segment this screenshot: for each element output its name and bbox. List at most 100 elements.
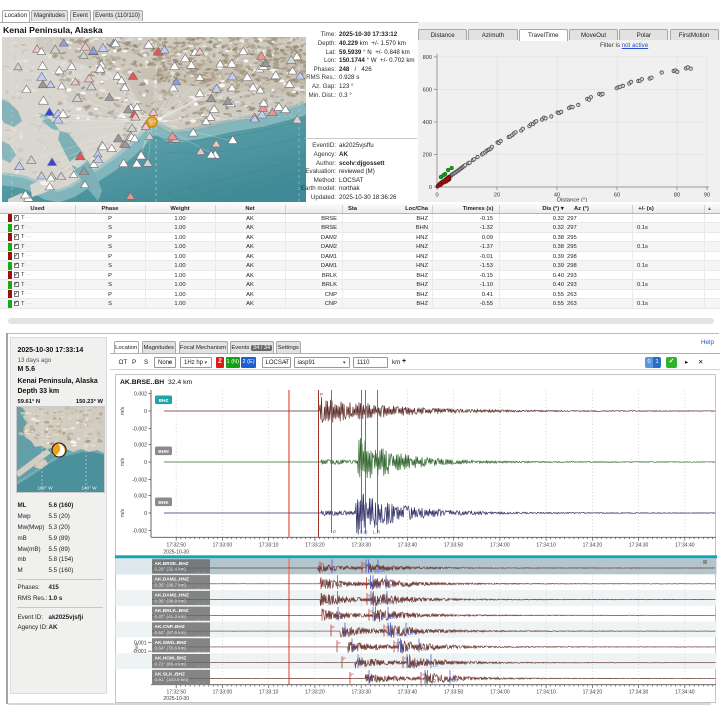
svg-text:17:32:50: 17:32:50	[166, 542, 186, 548]
svg-text:S: S	[404, 656, 407, 661]
svg-text:17:33:20: 17:33:20	[305, 689, 325, 695]
svg-text:P: P	[338, 640, 341, 645]
svg-text:P: P	[354, 647, 357, 652]
svg-text:LR: LR	[452, 678, 458, 683]
svg-text:P: P	[332, 625, 335, 630]
svg-text:0.29° (32.4 km): 0.29° (32.4 km)	[155, 567, 187, 572]
svg-text:17:32:50: 17:32:50	[166, 689, 186, 695]
svg-text:P: P	[343, 656, 346, 661]
svg-text:60: 60	[614, 193, 620, 199]
svg-text:LR: LR	[390, 615, 396, 620]
svg-text:m/s: m/s	[134, 643, 139, 651]
svg-text:··· ··: ··· ··	[196, 617, 205, 622]
svg-text:17:34:00: 17:34:00	[490, 542, 510, 548]
svg-text:LR: LR	[421, 647, 427, 652]
svg-text:LR: LR	[389, 599, 395, 604]
svg-text:17:33:00: 17:33:00	[213, 542, 233, 548]
svg-text:17:33:30: 17:33:30	[351, 542, 371, 548]
svg-text:BHE: BHE	[158, 500, 169, 506]
svg-text:S.Q: S.Q	[375, 599, 383, 604]
svg-text:S.Q: S.Q	[429, 678, 437, 683]
svg-text:140° W: 140° W	[81, 486, 97, 491]
svg-text:LR: LR	[408, 631, 414, 636]
svg-text:S: S	[368, 593, 371, 598]
svg-text:0.64° (70.6 km): 0.64° (70.6 km)	[155, 646, 187, 651]
svg-text:-0.002: -0.002	[132, 478, 147, 484]
svg-text:P: P	[322, 577, 325, 582]
svg-text:-0.002: -0.002	[132, 427, 147, 433]
svg-text:P: P	[360, 663, 363, 668]
svg-text:P: P	[323, 609, 326, 614]
svg-text:60° N: 60° N	[83, 443, 95, 448]
svg-text:17:34:20: 17:34:20	[583, 689, 603, 695]
svg-text:L.R: L.R	[373, 530, 381, 535]
svg-text:800: 800	[423, 55, 432, 61]
svg-text:600: 600	[423, 87, 432, 93]
svg-text:0.002: 0.002	[134, 442, 147, 448]
svg-text:0.91° (103.9 km): 0.91° (103.9 km)	[155, 677, 189, 682]
svg-text:17:33:00: 17:33:00	[213, 689, 233, 695]
svg-text:200: 200	[423, 153, 432, 159]
svg-text:P: P	[321, 562, 324, 567]
svg-text:0: 0	[144, 409, 147, 415]
svg-text:BHN: BHN	[158, 449, 169, 455]
svg-text:P: P	[371, 678, 374, 683]
svg-text:LR: LR	[388, 584, 394, 589]
svg-text:··· ··: ··· ··	[196, 664, 205, 669]
svg-text:S: S	[368, 577, 371, 582]
svg-text:S: S	[385, 625, 388, 630]
svg-text:0.37° (41.3 km): 0.37° (41.3 km)	[155, 614, 187, 619]
svg-text:Distance (°): Distance (°)	[557, 198, 587, 203]
svg-text:17:33:50: 17:33:50	[444, 542, 464, 548]
svg-text:0.35° (38.9 km): 0.35° (38.9 km)	[155, 598, 187, 603]
svg-text:17:33:30: 17:33:30	[351, 689, 371, 695]
svg-text:17:34:30: 17:34:30	[629, 689, 649, 695]
svg-text:2025-10-30: 2025-10-30	[163, 696, 189, 702]
svg-text:90: 90	[704, 193, 710, 199]
svg-text:S.Q: S.Q	[392, 631, 400, 636]
svg-text:0: 0	[144, 511, 147, 517]
svg-text:17:33:50: 17:33:50	[444, 689, 464, 695]
svg-text:··· ··: ··· ··	[196, 648, 205, 653]
svg-text:17:33:10: 17:33:10	[259, 542, 279, 548]
svg-text:m/s: m/s	[120, 406, 126, 415]
svg-text:S.Q: S.Q	[370, 568, 378, 573]
svg-text:0.52° (57.6 km): 0.52° (57.6 km)	[155, 630, 187, 635]
svg-text:P: P	[323, 593, 326, 598]
svg-text:P: P	[339, 584, 342, 589]
svg-text:400: 400	[423, 120, 432, 126]
svg-text:··· ··: ··· ··	[196, 570, 205, 575]
svg-text:··· ··: ··· ··	[196, 633, 205, 638]
svg-text:S.Q: S.Q	[402, 647, 410, 652]
svg-text:17:34:40: 17:34:40	[675, 542, 695, 548]
svg-text:17:33:10: 17:33:10	[259, 689, 279, 695]
svg-text:P: P	[333, 530, 336, 535]
svg-text:17:34:20: 17:34:20	[583, 542, 603, 548]
svg-text:S.Q: S.Q	[360, 530, 368, 535]
svg-text:S.Q: S.Q	[411, 663, 419, 668]
svg-text:P: P	[334, 568, 337, 573]
svg-text:··· ··: ··· ··	[196, 601, 205, 606]
svg-text:0: 0	[144, 460, 147, 466]
svg-text:17:33:20: 17:33:20	[305, 542, 325, 548]
svg-text:LR: LR	[380, 568, 386, 573]
svg-text:··· ··: ··· ··	[196, 585, 205, 590]
svg-text:0.72° (80.4 km): 0.72° (80.4 km)	[155, 661, 187, 666]
svg-text:LR: LR	[433, 663, 439, 668]
svg-text:P: P	[351, 672, 354, 677]
svg-text:17:34:10: 17:34:10	[536, 542, 556, 548]
svg-text:S.Q: S.Q	[374, 584, 382, 589]
svg-text:m/s: m/s	[120, 457, 126, 466]
svg-text:m/s: m/s	[120, 508, 126, 517]
svg-text:17:33:40: 17:33:40	[398, 542, 418, 548]
svg-text:0.35° (38.7 km): 0.35° (38.7 km)	[155, 583, 187, 588]
svg-text:S.Q: S.Q	[377, 615, 385, 620]
svg-text:S: S	[370, 609, 373, 614]
svg-text:0: 0	[429, 185, 432, 191]
svg-text:S: S	[422, 672, 425, 677]
svg-text:80: 80	[674, 193, 680, 199]
svg-text:17:34:00: 17:34:00	[490, 689, 510, 695]
svg-text:P: P	[347, 631, 350, 636]
svg-text:P: P	[340, 615, 343, 620]
svg-text:P: P	[320, 392, 323, 397]
